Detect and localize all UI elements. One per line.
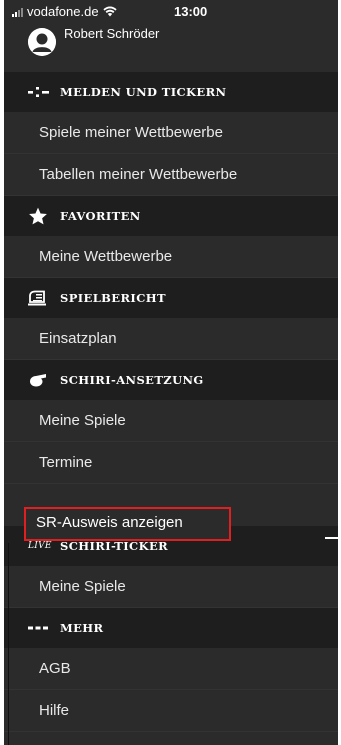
section-spielbericht: SPIELBERICHT	[4, 278, 338, 318]
menu-item-hilfe[interactable]: Hilfe	[4, 690, 338, 732]
menu-item-sr-ausweis-anzeigen[interactable]: SR-Ausweis anzeigen	[36, 514, 183, 531]
status-left: vodafone.de	[12, 4, 117, 19]
more-icon	[28, 618, 50, 638]
menu-item-meine-wettbewerbe[interactable]: Meine Wettbewerbe	[4, 236, 338, 278]
user-profile[interactable]: Robert Schröder	[4, 24, 338, 72]
ticker-icon	[28, 82, 50, 102]
menu-item-meine-spiele[interactable]: Meine Spiele	[4, 400, 338, 442]
user-name: Robert Schröder	[64, 26, 160, 41]
avatar-icon	[28, 28, 56, 56]
menu-item-label: Spiele meiner Wettbewerbe	[39, 124, 223, 141]
section-favoriten: FAVORITEN	[4, 196, 338, 236]
star-icon	[28, 206, 50, 226]
section-title: SPIELBERICHT	[60, 291, 166, 305]
menu-item-termine[interactable]: Termine	[4, 442, 338, 484]
menu-item-agb[interactable]: AGB	[4, 648, 338, 690]
signal-icon	[12, 7, 23, 17]
section-title: FAVORITEN	[60, 209, 141, 223]
menu-item-label: Termine	[39, 454, 93, 471]
menu-item-label: Tabellen meiner Wettbewerbe	[39, 166, 238, 183]
section-schiri-ansetzung: SCHIRI-ANSETZUNG	[4, 360, 338, 400]
menu-item-label: Meine Spiele	[39, 412, 126, 429]
menu-item-meine-spiele-ticker[interactable]: Meine Spiele	[4, 566, 338, 608]
clock: 13:00	[174, 4, 208, 19]
section-title: SCHIRI-ANSETZUNG	[60, 373, 204, 387]
section-melden-und-tickern: MELDEN UND TICKERN	[4, 72, 338, 112]
phone-screen: vodafone.de 13:00 Robert Schröder MELDEN…	[0, 0, 341, 745]
menu-item-spiele-meiner-wettbewerbe[interactable]: Spiele meiner Wettbewerbe	[4, 112, 338, 154]
navigation-drawer: vodafone.de 13:00 Robert Schröder MELDEN…	[4, 0, 338, 745]
menu-item-einsatzplan[interactable]: Einsatzplan	[4, 318, 338, 360]
menu-item-tabellen-meiner-wettbewerbe[interactable]: Tabellen meiner Wettbewerbe	[4, 154, 338, 196]
menu-item-label: Meine Spiele	[39, 578, 126, 595]
section-mehr: MEHR	[4, 608, 338, 648]
menu-item-label: Meine Wettbewerbe	[39, 248, 173, 265]
carrier-label: vodafone.de	[27, 4, 99, 19]
section-title: MELDEN UND TICKERN	[60, 85, 227, 99]
menu-item-label: Einsatzplan	[39, 330, 117, 347]
section-title: MEHR	[60, 621, 104, 635]
section-title: SCHIRI-TICKER	[60, 539, 169, 553]
wifi-icon	[102, 6, 117, 17]
menu-item-label: AGB	[39, 660, 71, 677]
whistle-icon	[28, 370, 50, 390]
screenshot-seam-left	[8, 543, 9, 745]
menu-item-label: Hilfe	[39, 702, 70, 719]
report-icon	[28, 288, 50, 308]
live-icon-label: LIVE	[28, 541, 52, 551]
status-bar: vodafone.de 13:00	[4, 0, 338, 24]
